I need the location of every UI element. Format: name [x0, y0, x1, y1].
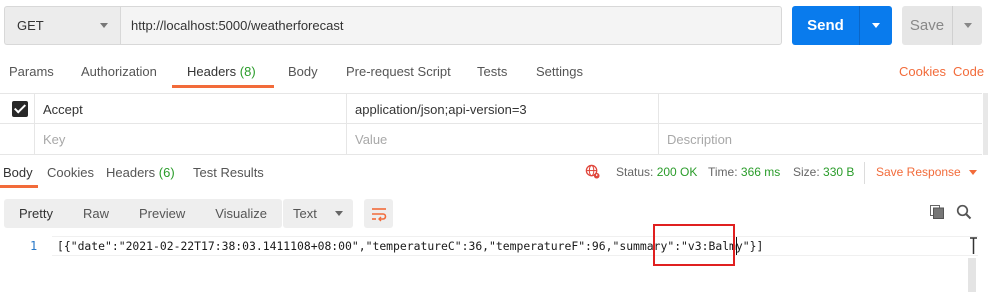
response-tab-test-results[interactable]: Test Results: [193, 165, 264, 180]
active-tab-indicator: [172, 85, 274, 88]
response-tab-cookies[interactable]: Cookies: [47, 165, 94, 180]
request-tabs: Params Authorization Headers (8) Body Pr…: [0, 55, 988, 88]
divider: [864, 162, 865, 184]
chevron-down-icon: [872, 23, 880, 28]
send-dropdown-button[interactable]: [860, 23, 892, 28]
tab-headers-label: Headers: [187, 64, 237, 79]
format-button-group: Pretty Raw Preview Visualize: [4, 199, 283, 228]
method-label: GET: [17, 18, 44, 33]
tab-headers-count: (8): [239, 64, 256, 79]
pretty-button[interactable]: Pretty: [4, 199, 68, 228]
raw-button[interactable]: Raw: [68, 199, 124, 228]
tab-authorization[interactable]: Authorization: [81, 64, 157, 79]
format-select-value: Text: [293, 206, 317, 221]
save-button[interactable]: Save: [902, 6, 982, 45]
globe-icon[interactable]: [585, 164, 600, 179]
response-tab-body[interactable]: Body: [3, 165, 33, 180]
response-tab-headers[interactable]: Headers (6): [106, 165, 175, 180]
header-key: Accept: [43, 101, 83, 117]
code-link[interactable]: Code: [953, 64, 984, 79]
text-cursor: [736, 237, 737, 255]
key-placeholder: Key: [43, 131, 66, 147]
new-description-input[interactable]: Description: [658, 124, 982, 154]
chevron-down-icon: [968, 170, 977, 176]
code-line: 1 [{"date":"2021-02-22T17:38:03.1411108+…: [0, 236, 980, 256]
url-input[interactable]: http://localhost:5000/weatherforecast: [120, 6, 782, 45]
send-button[interactable]: Send: [792, 6, 892, 45]
header-value-cell[interactable]: application/json;api-version=3: [346, 94, 658, 124]
active-response-tab-indicator: [0, 185, 38, 188]
header-description-cell[interactable]: [658, 94, 982, 124]
header-value: application/json;api-version=3: [355, 101, 527, 117]
size-readout: Size: 330 B: [793, 165, 854, 179]
tab-settings[interactable]: Settings: [536, 64, 583, 79]
format-select[interactable]: Text: [283, 199, 353, 228]
chevron-down-icon: [100, 23, 108, 28]
cookies-link[interactable]: Cookies: [899, 64, 946, 79]
wrap-lines-icon: [371, 207, 386, 221]
tab-headers[interactable]: Headers (8): [187, 64, 256, 79]
header-enabled-checkbox[interactable]: [12, 101, 28, 117]
tab-body[interactable]: Body: [288, 64, 318, 79]
description-placeholder: Description: [667, 131, 733, 147]
method-select[interactable]: GET: [4, 6, 120, 45]
wrap-lines-button[interactable]: [364, 199, 393, 228]
chevron-down-icon: [335, 211, 343, 216]
tab-params[interactable]: Params: [9, 64, 54, 79]
header-key-cell[interactable]: Accept: [34, 94, 346, 124]
table-row: Key Value Description: [0, 124, 982, 155]
response-tab-headers-label: Headers: [106, 165, 156, 180]
time-value: 366 ms: [740, 165, 781, 179]
tab-tests[interactable]: Tests: [477, 64, 507, 79]
size-label: Size:: [793, 165, 820, 179]
send-label: Send: [807, 17, 844, 34]
save-response-button[interactable]: Save Response: [876, 165, 977, 179]
save-label: Save: [909, 17, 945, 34]
value-placeholder: Value: [355, 131, 388, 147]
table-row: Accept application/json;api-version=3: [0, 93, 982, 124]
preview-button[interactable]: Preview: [124, 199, 200, 228]
status-label: Status:: [616, 165, 654, 179]
line-number: 1: [30, 239, 38, 253]
highlight-annotation-box: [653, 224, 735, 266]
time-label: Time:: [708, 165, 738, 179]
text-cursor-icon: [970, 237, 977, 254]
size-value: 330 B: [823, 165, 855, 179]
status-value: 200 OK: [656, 165, 698, 179]
response-tab-headers-count: (6): [158, 165, 175, 180]
headers-scrollbar[interactable]: [983, 93, 988, 155]
new-value-input[interactable]: Value: [346, 124, 658, 154]
search-icon[interactable]: [956, 204, 972, 220]
status-readout: Status: 200 OK: [616, 165, 697, 179]
time-readout: Time: 366 ms: [708, 165, 780, 179]
copy-icon[interactable]: [930, 205, 944, 219]
save-response-label: Save Response: [876, 165, 961, 179]
chevron-down-icon: [963, 23, 972, 28]
response-scrollbar[interactable]: [968, 258, 976, 292]
visualize-button[interactable]: Visualize: [200, 199, 282, 228]
tab-pre-request-script[interactable]: Pre-request Script: [346, 64, 451, 79]
new-key-input[interactable]: Key: [34, 124, 346, 154]
save-dropdown-button[interactable]: [953, 23, 982, 28]
url-text: http://localhost:5000/weatherforecast: [131, 18, 344, 33]
